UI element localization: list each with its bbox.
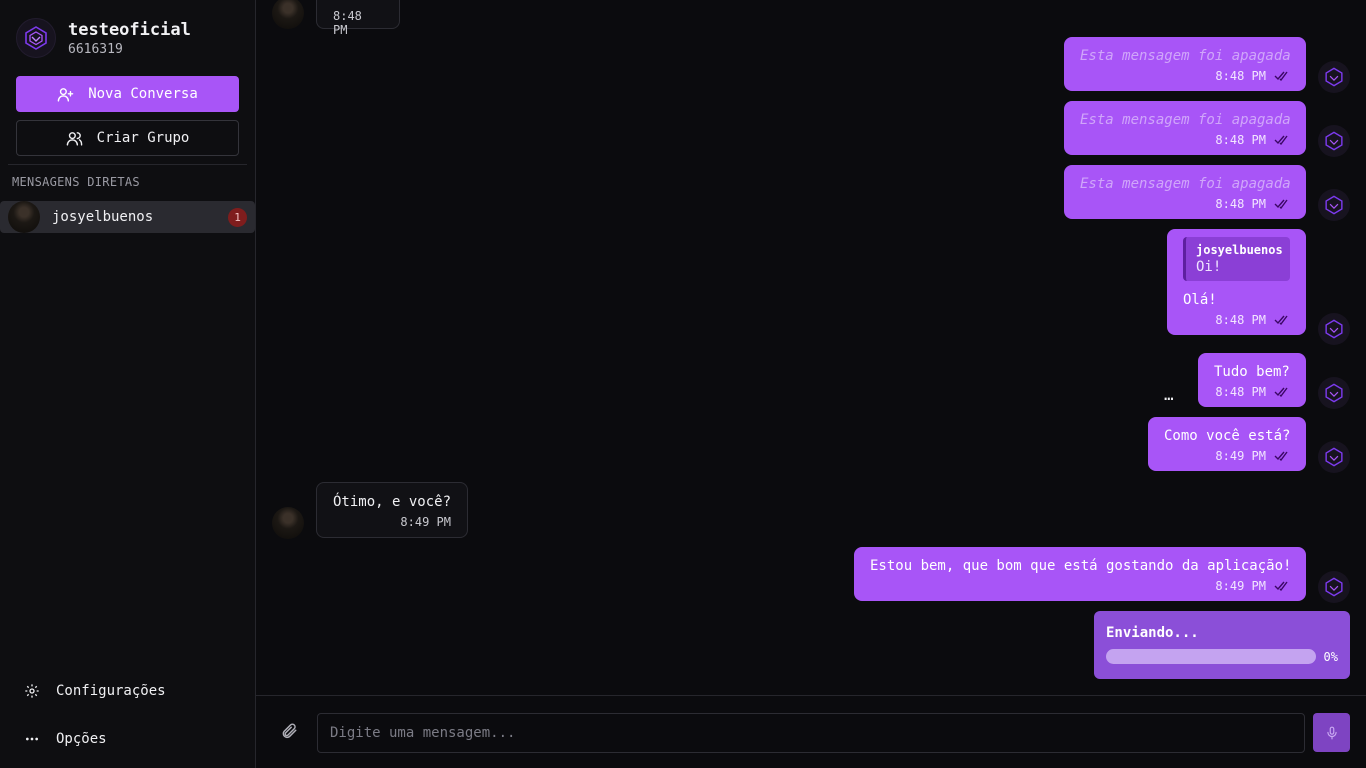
message-outgoing[interactable]: Estou bem, que bom que está gostando da … bbox=[854, 547, 1306, 601]
unread-badge: 1 bbox=[228, 208, 247, 227]
double-check-icon bbox=[1274, 581, 1288, 591]
double-check-icon bbox=[1274, 315, 1288, 325]
dm-item-josyelbuenos[interactable]: josyelbuenos 1 bbox=[0, 201, 255, 233]
avatar bbox=[272, 507, 304, 539]
avatar bbox=[1318, 313, 1350, 345]
create-group-label: Criar Grupo bbox=[96, 130, 190, 146]
mic-icon bbox=[1326, 726, 1337, 739]
message-time: 8:49 PM bbox=[1215, 579, 1266, 593]
dm-name: josyelbuenos bbox=[52, 209, 154, 225]
message-text: Como você está? bbox=[1164, 428, 1291, 444]
double-check-icon bbox=[1274, 387, 1288, 397]
create-group-button[interactable]: Criar Grupo bbox=[16, 120, 239, 156]
message-outgoing[interactable]: Esta mensagem foi apagada 8:48 PM bbox=[1064, 101, 1306, 155]
profile-avatar[interactable] bbox=[16, 18, 56, 58]
logo-icon bbox=[25, 26, 47, 50]
message-time: 8:48 PM bbox=[1215, 197, 1266, 211]
message-text: Tudo bem? bbox=[1214, 364, 1290, 380]
message-text: Olá! bbox=[1183, 292, 1217, 308]
reply-quote[interactable]: josyelbuenos Oi! bbox=[1183, 237, 1290, 281]
attach-button[interactable] bbox=[280, 722, 298, 744]
avatar bbox=[1318, 189, 1350, 221]
message-outgoing[interactable]: Como você está? 8:49 PM bbox=[1148, 417, 1306, 471]
chat-area: 8:48 PM Esta mensagem foi apagada 8:48 P… bbox=[256, 0, 1366, 695]
logo-icon bbox=[1325, 67, 1343, 87]
message-text: Ótimo, e você? bbox=[333, 494, 452, 510]
avatar bbox=[1318, 571, 1350, 603]
ellipsis-icon bbox=[26, 737, 38, 741]
profile-id: 6616319 bbox=[68, 41, 123, 57]
message-time: 8:48 PM bbox=[1215, 313, 1266, 327]
message-more-button[interactable]: … bbox=[1164, 385, 1174, 404]
sidebar: testeoficial 6616319 Nova Conversa Criar… bbox=[0, 0, 256, 768]
message-text: Esta mensagem foi apagada bbox=[1080, 176, 1291, 192]
upload-label: Enviando... bbox=[1106, 625, 1199, 641]
logo-icon bbox=[1325, 319, 1343, 339]
options-label: Opções bbox=[56, 731, 107, 747]
logo-icon bbox=[1325, 131, 1343, 151]
logo-icon bbox=[1325, 195, 1343, 215]
message-time: 8:49 PM bbox=[400, 515, 451, 529]
message-input[interactable] bbox=[317, 713, 1305, 753]
message-incoming[interactable]: 8:48 PM bbox=[316, 0, 400, 37]
logo-icon bbox=[1325, 577, 1343, 597]
direct-messages-title: MENSAGENS DIRETAS bbox=[12, 175, 140, 189]
message-outgoing[interactable]: Tudo bem? 8:48 PM bbox=[1198, 353, 1306, 407]
upload-progress-bar bbox=[1106, 649, 1316, 664]
profile: testeoficial 6616319 bbox=[16, 18, 191, 58]
settings-label: Configurações bbox=[56, 683, 166, 699]
paperclip-icon bbox=[282, 723, 297, 739]
options-button[interactable]: Opções bbox=[24, 731, 107, 747]
logo-icon bbox=[1325, 383, 1343, 403]
double-check-icon bbox=[1274, 71, 1288, 81]
gear-icon bbox=[25, 684, 39, 698]
message-text: Esta mensagem foi apagada bbox=[1080, 112, 1291, 128]
new-chat-button[interactable]: Nova Conversa bbox=[16, 76, 239, 112]
sidebar-divider bbox=[8, 164, 247, 165]
settings-button[interactable]: Configurações bbox=[24, 683, 166, 699]
profile-name: testeoficial bbox=[68, 19, 191, 40]
message-outgoing[interactable]: josyelbuenos Oi! Olá! 8:48 PM bbox=[1167, 229, 1306, 335]
reply-author: josyelbuenos bbox=[1196, 243, 1283, 257]
avatar bbox=[1318, 125, 1350, 157]
avatar bbox=[272, 0, 304, 29]
message-incoming[interactable]: Ótimo, e você? 8:49 PM bbox=[316, 482, 468, 538]
message-time: 8:48 PM bbox=[1215, 69, 1266, 83]
message-text: Estou bem, que bom que está gostando da … bbox=[870, 558, 1292, 574]
message-time: 8:49 PM bbox=[1215, 449, 1266, 463]
message-time: 8:48 PM bbox=[1215, 133, 1266, 147]
message-time: 8:48 PM bbox=[333, 9, 362, 37]
upload-progress-card: Enviando... 0% bbox=[1094, 611, 1350, 679]
double-check-icon bbox=[1274, 451, 1288, 461]
users-icon bbox=[66, 131, 82, 146]
double-check-icon bbox=[1274, 135, 1288, 145]
message-composer bbox=[256, 695, 1366, 768]
message-outgoing[interactable]: Esta mensagem foi apagada 8:48 PM bbox=[1064, 165, 1306, 219]
user-plus-icon bbox=[57, 87, 74, 102]
message-time: 8:48 PM bbox=[1215, 385, 1266, 399]
mic-button[interactable] bbox=[1313, 713, 1350, 752]
avatar bbox=[8, 201, 40, 233]
reply-text: Oi! bbox=[1196, 259, 1222, 275]
avatar bbox=[1318, 61, 1350, 93]
logo-icon bbox=[1325, 447, 1343, 467]
upload-percent: 0% bbox=[1323, 649, 1338, 664]
avatar bbox=[1318, 377, 1350, 409]
avatar bbox=[1318, 441, 1350, 473]
new-chat-label: Nova Conversa bbox=[88, 86, 198, 102]
double-check-icon bbox=[1274, 199, 1288, 209]
message-text: Esta mensagem foi apagada bbox=[1080, 48, 1291, 64]
message-outgoing[interactable]: Esta mensagem foi apagada 8:48 PM bbox=[1064, 37, 1306, 91]
